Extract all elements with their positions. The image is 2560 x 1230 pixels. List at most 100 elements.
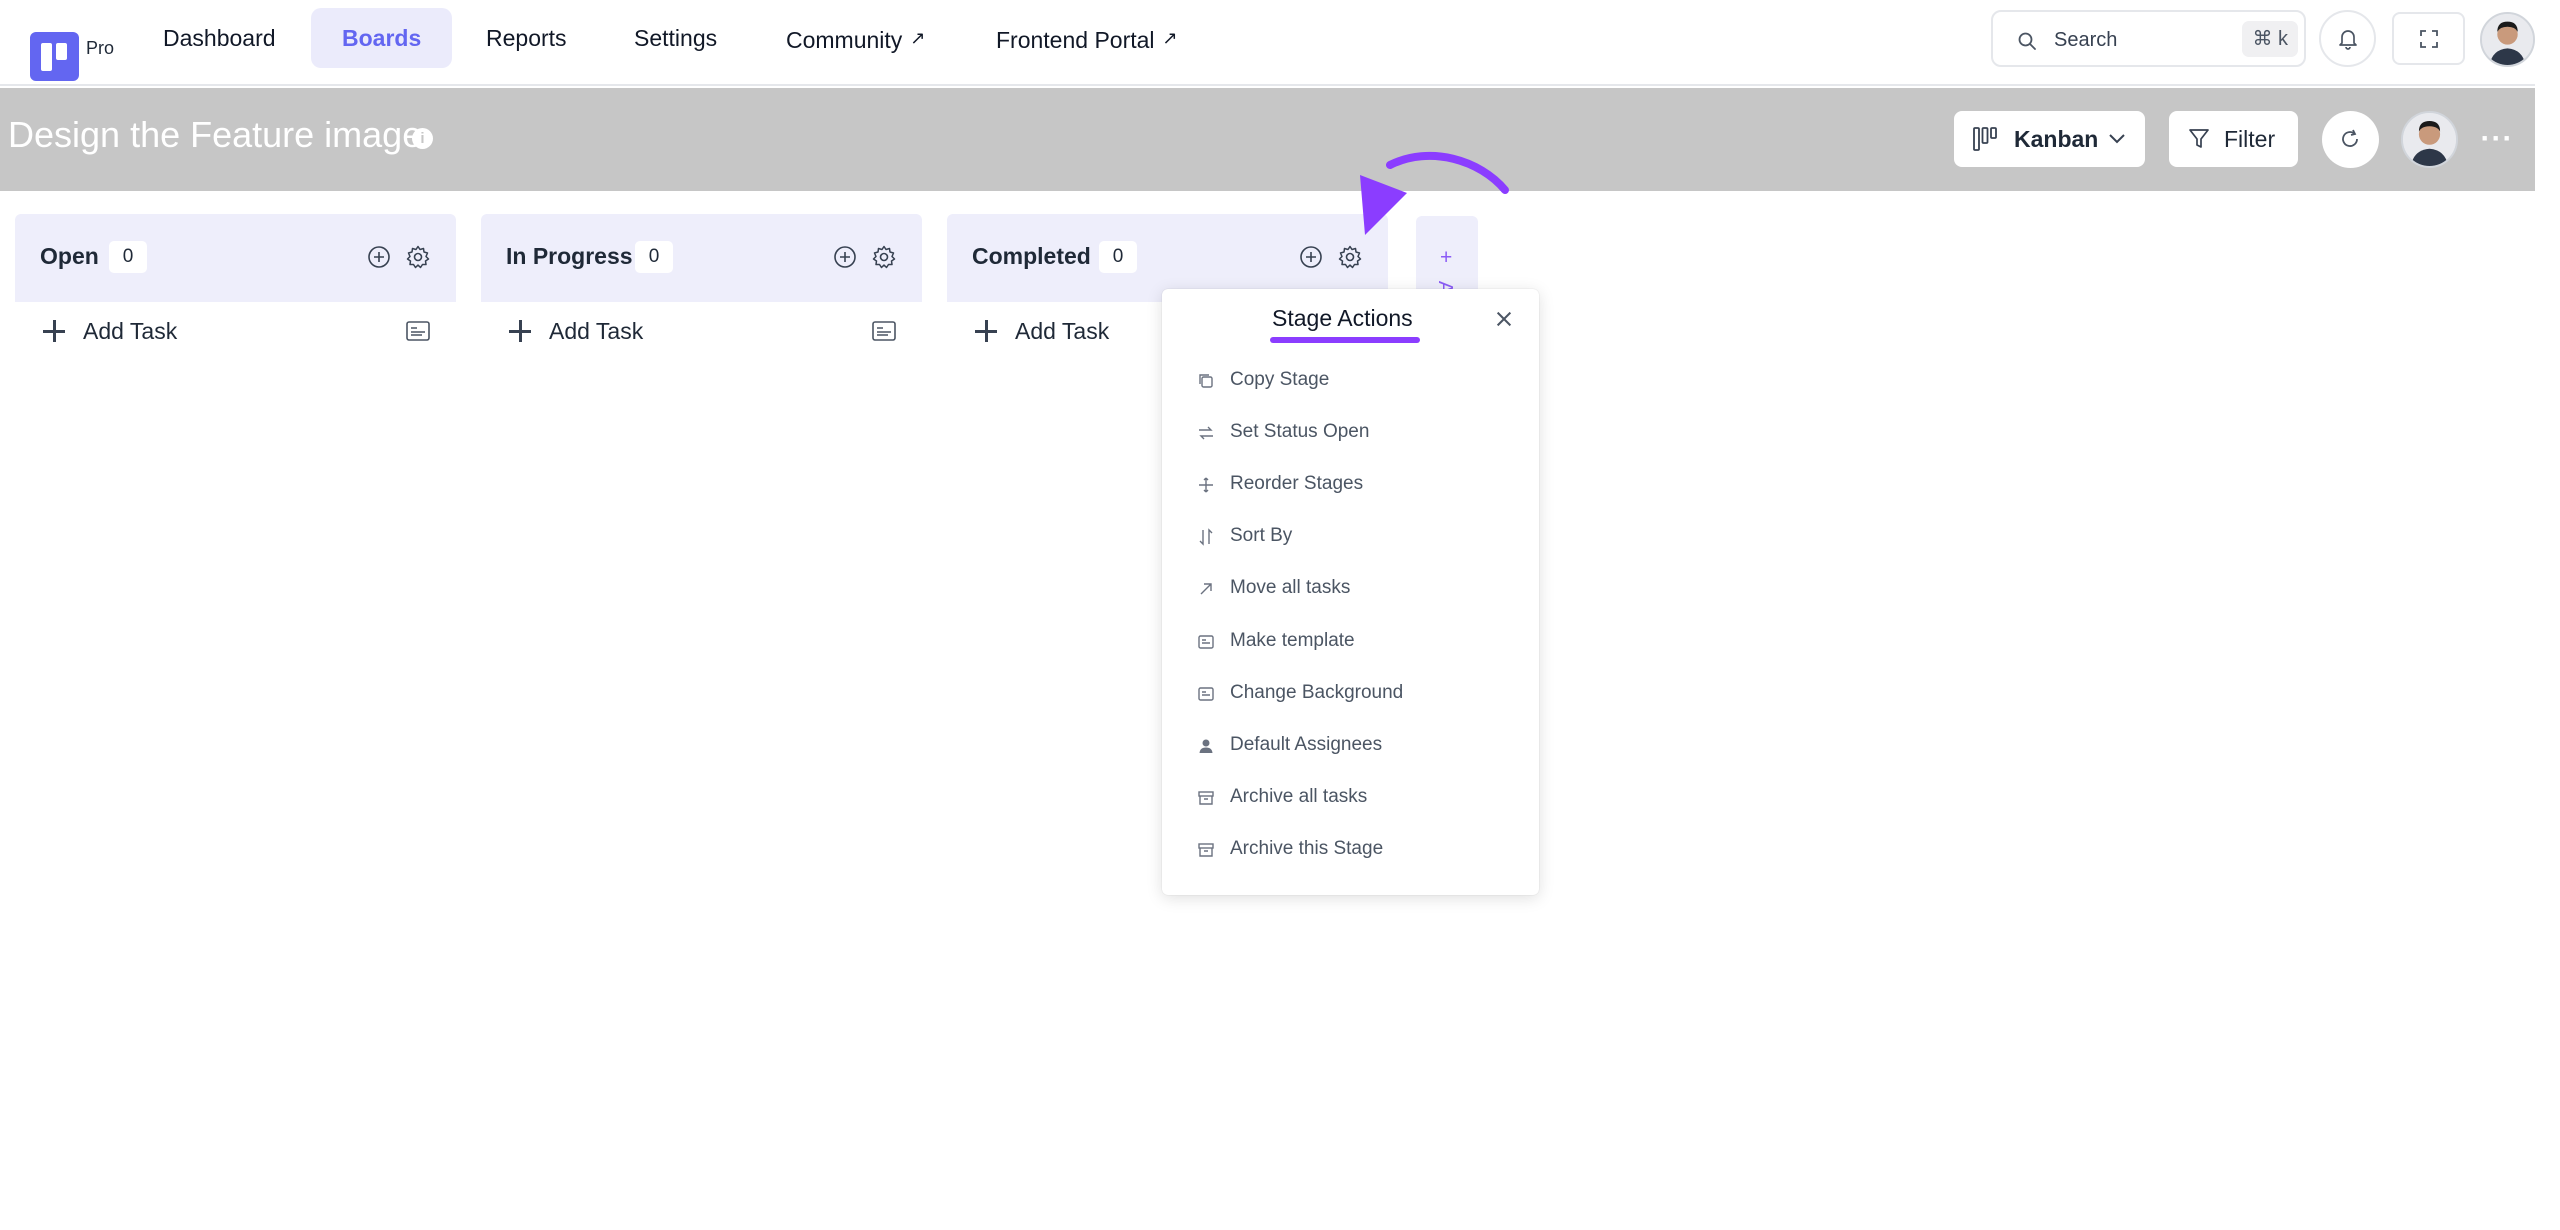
- stage-name: Open: [40, 243, 99, 269]
- close-icon[interactable]: [1493, 308, 1515, 330]
- title-underline: [1270, 337, 1420, 343]
- stage-name: In Progress: [506, 243, 633, 269]
- gear-icon[interactable]: [871, 244, 897, 270]
- nav-label: Reports: [486, 25, 567, 51]
- stage-name: Completed: [972, 243, 1091, 269]
- nav-settings[interactable]: Settings: [603, 8, 748, 68]
- plus-icon: [43, 320, 65, 342]
- menu-sort-by[interactable]: Sort By: [1197, 521, 1517, 551]
- nav-community[interactable]: Community ↗: [755, 8, 956, 68]
- avatar-image: [2482, 14, 2533, 65]
- menu-label: Make template: [1230, 630, 1355, 651]
- add-circle-icon[interactable]: [832, 244, 858, 270]
- add-task-label: Add Task: [83, 318, 178, 344]
- refresh-button[interactable]: [2322, 111, 2379, 168]
- nav-label: Settings: [634, 25, 718, 51]
- pro-label: Pro: [86, 38, 115, 58]
- menu-reorder-stages[interactable]: Reorder Stages: [1197, 469, 1517, 499]
- template-icon: [1198, 635, 1214, 649]
- sort-icon: [1199, 528, 1213, 546]
- menu-archive-all-tasks[interactable]: Archive all tasks: [1197, 782, 1517, 812]
- background-icon: [1198, 687, 1214, 701]
- add-task-button[interactable]: Add Task: [43, 318, 177, 345]
- menu-set-status-open[interactable]: Set Status Open: [1197, 417, 1517, 447]
- menu-label: Reorder Stages: [1230, 473, 1364, 494]
- menu-copy-stage[interactable]: Copy Stage: [1197, 365, 1517, 395]
- board-member-avatar[interactable]: [2401, 111, 2458, 168]
- nav-label: Dashboard: [163, 25, 276, 51]
- stage-header: In Progress 0: [481, 214, 922, 302]
- nav-label: Community: [786, 27, 903, 53]
- stage-open: Open 0 Add Task: [15, 214, 456, 344]
- add-task-label: Add Task: [549, 318, 644, 344]
- task-count-badge: 0: [109, 241, 147, 273]
- copy-icon: [1199, 374, 1213, 388]
- bell-icon: [2338, 29, 2357, 50]
- menu-label: Archive this Stage: [1230, 838, 1384, 859]
- menu-label: Default Assignees: [1230, 734, 1383, 755]
- add-task-button[interactable]: Add Task: [509, 318, 643, 345]
- nav-label: Frontend Portal: [996, 27, 1155, 53]
- menu-archive-this-stage[interactable]: Archive this Stage: [1197, 834, 1517, 864]
- archive-icon: [1198, 843, 1214, 857]
- menu-label: Sort By: [1230, 525, 1293, 546]
- stage-in-progress: In Progress 0 Add Task: [481, 214, 922, 344]
- plus-icon: [975, 320, 997, 342]
- move-icon: [1199, 477, 1213, 493]
- status-icon: [1199, 426, 1213, 440]
- nav-frontend-portal[interactable]: Frontend Portal ↗: [965, 8, 1209, 68]
- refresh-icon: [2342, 129, 2358, 147]
- search-box[interactable]: Search ⌘ k: [1991, 10, 2306, 67]
- menu-make-template[interactable]: Make template: [1197, 626, 1517, 656]
- archive-icon: [1198, 791, 1214, 805]
- fullscreen-icon: [2419, 29, 2438, 48]
- add-task-button[interactable]: Add Task: [975, 318, 1109, 345]
- external-link-icon: ↗: [910, 28, 926, 48]
- view-label: Kanban: [2014, 126, 2099, 152]
- kanban-icon: [1973, 127, 1997, 151]
- menu-label: Archive all tasks: [1230, 786, 1368, 807]
- popup-title: Stage Actions: [1272, 305, 1413, 331]
- notifications-button[interactable]: [2319, 10, 2376, 67]
- stage-header: Open 0: [15, 214, 456, 302]
- more-options-icon[interactable]: ···: [2480, 124, 2514, 154]
- view-switcher-button[interactable]: Kanban: [1954, 111, 2145, 167]
- add-circle-icon[interactable]: [366, 244, 392, 270]
- menu-change-background[interactable]: Change Background: [1197, 678, 1517, 708]
- filter-button[interactable]: Filter: [2169, 111, 2298, 167]
- filter-icon: [2189, 129, 2209, 148]
- nav-boards[interactable]: Boards: [311, 8, 453, 68]
- annotation-arrow-icon: [1360, 151, 1509, 235]
- page: Pro Dashboard Boards Reports Settings Co…: [0, 0, 2560, 1230]
- menu-label: Change Background: [1230, 682, 1404, 703]
- nav-dashboard[interactable]: Dashboard: [132, 8, 307, 68]
- menu-label: Move all tasks: [1230, 577, 1351, 598]
- gear-icon[interactable]: [405, 244, 431, 270]
- menu-label: Set Status Open: [1230, 421, 1370, 442]
- menu-label: Copy Stage: [1230, 369, 1330, 390]
- fullscreen-button[interactable]: [2392, 12, 2465, 65]
- search-shortcut: ⌘ k: [2242, 21, 2298, 57]
- add-task-label: Add Task: [1015, 318, 1110, 344]
- menu-move-all-tasks[interactable]: Move all tasks: [1197, 573, 1517, 603]
- board-header: Design the Feature image i: [0, 88, 2535, 191]
- search-placeholder: Search: [2054, 29, 2118, 51]
- app-logo[interactable]: [30, 32, 79, 81]
- info-icon[interactable]: i: [412, 128, 433, 149]
- plus-icon: [509, 320, 531, 342]
- add-circle-icon[interactable]: [1298, 244, 1324, 270]
- nav-label: Boards: [342, 25, 422, 51]
- task-count-badge: 0: [635, 241, 673, 273]
- card-view-icon[interactable]: [405, 320, 431, 342]
- card-view-icon[interactable]: [871, 320, 897, 342]
- board-title: Design the Feature image: [8, 114, 423, 155]
- nav-reports[interactable]: Reports: [455, 8, 598, 68]
- chevron-down-icon: [2109, 134, 2125, 144]
- stage-actions-popup: Stage Actions Copy Stage Set Status Open…: [1162, 289, 1539, 895]
- user-icon: [1199, 739, 1213, 753]
- menu-default-assignees[interactable]: Default Assignees: [1197, 730, 1517, 760]
- task-count-badge: 0: [1099, 241, 1137, 273]
- avatar-image: [2403, 113, 2456, 166]
- external-link-icon: ↗: [1162, 28, 1178, 48]
- user-avatar[interactable]: [2480, 12, 2535, 67]
